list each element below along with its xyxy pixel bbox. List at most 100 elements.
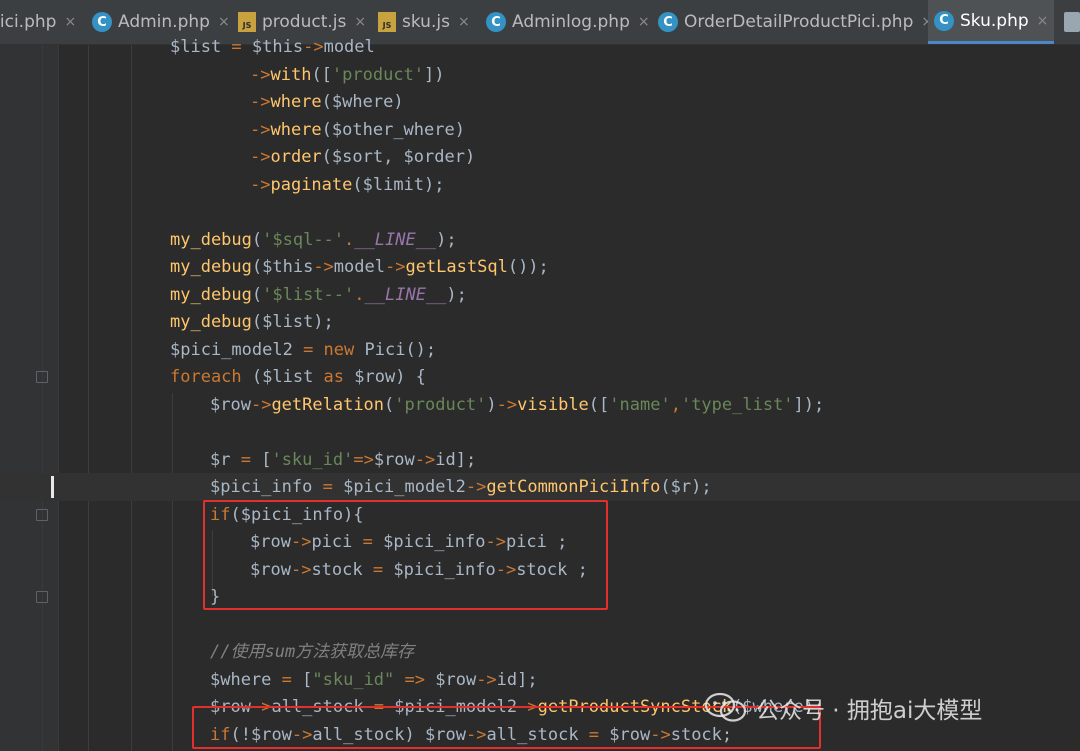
php-class-icon: C <box>658 12 678 32</box>
tab-sku-js[interactable]: JS sku.js × <box>372 0 480 44</box>
code-token: ($limit); <box>352 174 445 195</box>
code-line: my_debug($this->model->getLastSql()); <box>170 254 549 282</box>
code-token: getCommonPiciInfo <box>486 477 661 497</box>
watermark: 公众号 · 拥抱ai大模型 <box>704 690 982 726</box>
close-tab-icon[interactable]: × <box>638 14 650 30</box>
gutter-border <box>58 45 59 751</box>
code-token: $list <box>170 37 232 57</box>
code-token: -> <box>384 257 406 277</box>
code-token: $row <box>373 449 415 470</box>
fold-if-icon[interactable] <box>36 509 48 521</box>
tab-label: Pici.php <box>0 12 57 32</box>
wechat-icon <box>704 692 747 722</box>
tab-label: product.js <box>262 12 347 32</box>
code-token: ($other_where) <box>321 119 465 140</box>
code-token: = <box>303 339 324 360</box>
code-token: ( <box>384 394 395 415</box>
close-tab-icon[interactable]: × <box>1037 13 1049 29</box>
file-icon <box>1064 12 1080 32</box>
fold-foreach-icon[interactable] <box>36 371 48 383</box>
code-token: ($list); <box>251 312 334 332</box>
close-tab-icon[interactable]: × <box>354 14 366 30</box>
code-token: //使用sum方法获取总库存 <box>210 642 415 662</box>
close-tab-icon[interactable]: × <box>458 14 470 30</box>
tab-label: Sku.php <box>960 10 1029 31</box>
code-token: '$sql--' <box>262 229 345 250</box>
code-token: $this <box>251 37 304 57</box>
code-line: $pici_info = $pici_model2->getCommonPici… <box>210 474 712 502</box>
code-token: -> <box>250 174 271 195</box>
code-token: visible <box>517 394 589 415</box>
code-token: $pici_model2 <box>343 477 466 497</box>
code-token: -> <box>250 64 271 85</box>
tab-label: sku.js <box>402 12 450 32</box>
code-token: my_debug <box>170 257 252 277</box>
code-token: -> <box>414 449 436 470</box>
code-line: ->with(['product']) <box>250 62 445 90</box>
code-token: id]; <box>496 669 538 690</box>
tab-adminlog-php[interactable]: C Adminlog.php × <box>480 0 652 44</box>
js-file-icon: JS <box>238 12 256 32</box>
close-tab-icon[interactable]: × <box>64 14 76 30</box>
editor-tab-bar: Pici.php × C Admin.php × JS product.js × JS sku.j… <box>0 0 1080 45</box>
code-line: foreach ($list as $row) { <box>170 364 426 392</box>
code-token: my_debug <box>170 312 252 332</box>
code-token: -> <box>250 394 272 415</box>
code-token: => <box>404 669 436 690</box>
code-token: [ <box>302 669 313 690</box>
code-token: ) <box>486 394 497 415</box>
js-file-icon: JS <box>378 12 396 32</box>
code-token: ( <box>251 284 263 305</box>
code-token: 'name' <box>609 394 671 415</box>
code-token: 'sku_id' <box>271 449 354 470</box>
code-token: $row <box>435 669 477 690</box>
code-token: ($r); <box>660 477 712 497</box>
tab-overflow[interactable] <box>1058 0 1080 44</box>
code-token: ); <box>436 229 457 250</box>
code-token: model <box>333 257 385 277</box>
code-token: __LINE__ <box>354 229 437 250</box>
code-token: with <box>270 64 312 85</box>
code-token: where <box>270 92 322 112</box>
code-token: Pici(); <box>364 339 437 360</box>
indent-guide <box>88 45 89 751</box>
code-line: $where = ["sku_id" => $row->id]; <box>210 667 538 695</box>
tab-pici-php[interactable]: Pici.php × <box>0 0 80 44</box>
code-token: my_debug <box>170 284 252 305</box>
php-class-icon: C <box>486 12 506 32</box>
code-token: id]; <box>435 449 477 470</box>
code-token: "sku_id" <box>312 669 405 690</box>
code-token: -> <box>250 92 271 112</box>
code-token: $row) { <box>354 367 426 387</box>
highlight-box-if-block <box>203 500 608 610</box>
code-token: paginate <box>270 174 353 195</box>
code-line: ->paginate($limit); <box>250 172 445 200</box>
code-token: 'type_list' <box>680 394 794 415</box>
code-token: ( <box>251 229 263 250</box>
code-token: model <box>323 37 375 57</box>
code-token: '$list--' <box>262 284 355 305</box>
code-token: ]); <box>793 394 825 415</box>
code-token: 'product' <box>331 64 425 85</box>
code-token: ]) <box>424 64 445 85</box>
code-token: = <box>281 669 303 690</box>
code-token: $pici_info <box>210 477 323 497</box>
code-token: getLastSql <box>405 257 508 277</box>
code-token: $row <box>210 394 251 415</box>
close-tab-icon[interactable]: × <box>218 14 230 30</box>
code-line: ->order($sort, $order) <box>250 144 475 172</box>
tab-label: OrderDetailProductPici.php <box>684 12 914 32</box>
code-token: foreach <box>170 367 252 387</box>
tab-orderdetailproductpici-php[interactable]: COrderDetailProductPici.php× <box>652 0 933 44</box>
watermark-text: 公众号 · 拥抱ai大模型 <box>756 698 983 724</box>
tab-sku-php[interactable]: C Sku.php × <box>928 0 1054 44</box>
code-token: 'product' <box>394 394 487 415</box>
code-editor[interactable]: $list = $this->model ->with(['product']) -… <box>0 37 1080 751</box>
fold-end-icon[interactable] <box>36 591 48 603</box>
code-token: -> <box>250 119 271 140</box>
code-line: ->where($other_where) <box>250 117 465 145</box>
code-token: $r <box>210 449 241 470</box>
code-token: = <box>322 477 344 497</box>
code-token: -> <box>303 37 324 57</box>
code-token: = <box>231 37 252 57</box>
